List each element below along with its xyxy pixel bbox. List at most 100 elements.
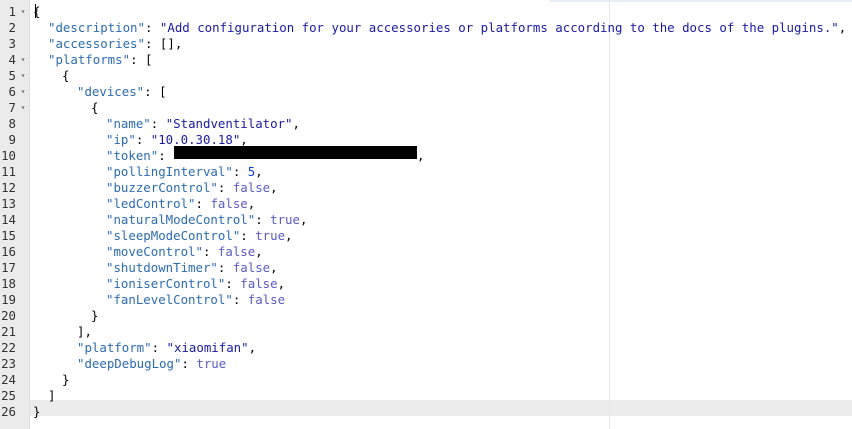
code-line: "fanLevelControl": false — [106, 292, 286, 307]
json-key: "platform" — [77, 340, 152, 355]
close-brace: } — [33, 404, 41, 419]
json-key: "deepDebugLog" — [77, 356, 182, 371]
line-number: 4 — [8, 52, 16, 67]
fold-chevron-icon[interactable]: ▾ — [19, 100, 27, 116]
line-number: 2 — [8, 20, 16, 35]
json-boolean-value: false — [217, 244, 256, 259]
redaction-bar — [174, 146, 417, 159]
code-line: "name": "Standventilator", — [106, 116, 300, 131]
close-brace: } — [91, 308, 99, 323]
json-boolean-value: false — [240, 276, 278, 291]
json-key: "fanLevelControl" — [106, 292, 233, 307]
json-boolean-value: false — [232, 180, 271, 195]
code-line: "platform": "xiaomifan", — [77, 340, 257, 355]
json-key: "shutdownTimer" — [106, 260, 218, 275]
json-boolean-value: true — [196, 356, 227, 371]
code-line: "description": "Add configuration for yo… — [48, 20, 847, 35]
json-string-value: "Standventilator" — [165, 116, 293, 131]
json-boolean-value: true — [255, 228, 286, 243]
line-number: 20 — [1, 308, 16, 323]
json-key: "description" — [48, 20, 145, 35]
line-number: 6 — [8, 84, 16, 99]
json-key: "pollingInterval" — [106, 164, 233, 179]
line-number: 13 — [1, 196, 16, 211]
line-number: 15 — [1, 228, 16, 243]
fold-chevron-icon[interactable]: ▾ — [19, 68, 27, 84]
line-number: 11 — [1, 164, 16, 179]
code-line: "shutdownTimer": false, — [106, 260, 278, 275]
code-line: { — [62, 68, 69, 84]
line-number: 7 — [8, 100, 16, 115]
json-key: "accessories" — [48, 36, 145, 51]
close-bracket: ], — [77, 324, 92, 339]
json-key: "naturalModeControl" — [106, 212, 256, 227]
code-line: "naturalModeControl": true, — [106, 212, 308, 227]
open-bracket: [ — [144, 52, 153, 67]
line-number: 14 — [1, 212, 16, 227]
code-line: } — [91, 308, 98, 324]
code-line: "deepDebugLog": true — [77, 356, 227, 371]
fold-chevron-icon[interactable]: ▾ — [19, 84, 27, 100]
code-line: "ioniserControl": false, — [106, 276, 286, 291]
code-line: "devices": [ — [77, 84, 167, 99]
json-boolean-value: false — [232, 260, 271, 275]
close-brace: } — [62, 372, 70, 387]
json-key: "token" — [106, 148, 159, 163]
json-key: "name" — [106, 116, 151, 131]
json-string-value: "Add configuration for your accessories … — [159, 20, 839, 35]
line-number: 19 — [1, 292, 16, 307]
line-number: 10 — [1, 148, 16, 163]
line-number: 8 — [8, 116, 16, 131]
line-number: 16 — [1, 244, 16, 259]
json-array-value: [] — [159, 36, 175, 51]
code-line: ], — [77, 324, 92, 340]
open-brace: { — [91, 100, 99, 115]
code-line: "sleepModeControl": true, — [106, 228, 293, 243]
scroll-indicator — [549, 0, 852, 2]
json-key: "ip" — [106, 132, 136, 147]
json-key: "ledControl" — [106, 196, 196, 211]
json-key: "ioniserControl" — [106, 276, 226, 291]
code-line: "token": " — [106, 148, 181, 164]
code-line: } — [33, 404, 40, 420]
json-code-editor[interactable]: 1 2 3 4 5 6 7 8 9 10 11 12 13 14 15 16 1… — [0, 0, 852, 429]
line-number: 17 — [1, 260, 16, 275]
line-number: 23 — [1, 356, 16, 371]
line-number-gutter: 1 2 3 4 5 6 7 8 9 10 11 12 13 14 15 16 1… — [0, 0, 30, 429]
line-number: 9 — [8, 132, 16, 147]
print-margin — [609, 0, 610, 429]
code-line-tail: , — [417, 148, 425, 163]
line-number: 22 — [1, 340, 16, 355]
line-number: 5 — [8, 68, 16, 83]
fold-chevron-icon[interactable]: ▾ — [19, 4, 27, 20]
open-bracket: [ — [159, 84, 167, 99]
code-line: "ledControl": false, — [106, 196, 256, 211]
active-line-highlight — [30, 400, 852, 416]
code-line: "platforms": [ — [48, 52, 153, 67]
json-key: "sleepModeControl" — [106, 228, 241, 243]
close-bracket: ] — [48, 388, 56, 403]
fold-chevron-icon[interactable]: ▾ — [19, 52, 27, 68]
line-number: 1 — [8, 4, 16, 19]
line-number: 18 — [1, 276, 16, 291]
open-brace: { — [62, 68, 70, 83]
code-line: "accessories": [], — [48, 36, 183, 51]
json-key: "moveControl" — [106, 244, 203, 259]
json-boolean-value: true — [270, 212, 300, 227]
line-number: 12 — [1, 180, 16, 195]
line-number: 3 — [8, 36, 16, 51]
code-line: } — [62, 372, 69, 388]
line-number: 25 — [1, 388, 16, 403]
json-key: "buzzerControl" — [106, 180, 218, 195]
code-line: "moveControl": false, — [106, 244, 263, 259]
json-boolean-value: false — [210, 196, 248, 211]
line-number: 21 — [1, 324, 16, 339]
json-key: "devices" — [77, 84, 145, 99]
text-cursor — [35, 4, 36, 18]
code-line: "pollingInterval": 5, — [106, 164, 263, 179]
json-string-value: "10.0.30.18" — [150, 132, 241, 147]
json-string-value: "xiaomifan" — [166, 340, 249, 355]
code-line: { — [91, 100, 98, 116]
code-line: ] — [48, 388, 55, 404]
json-key: "platforms" — [48, 52, 131, 67]
